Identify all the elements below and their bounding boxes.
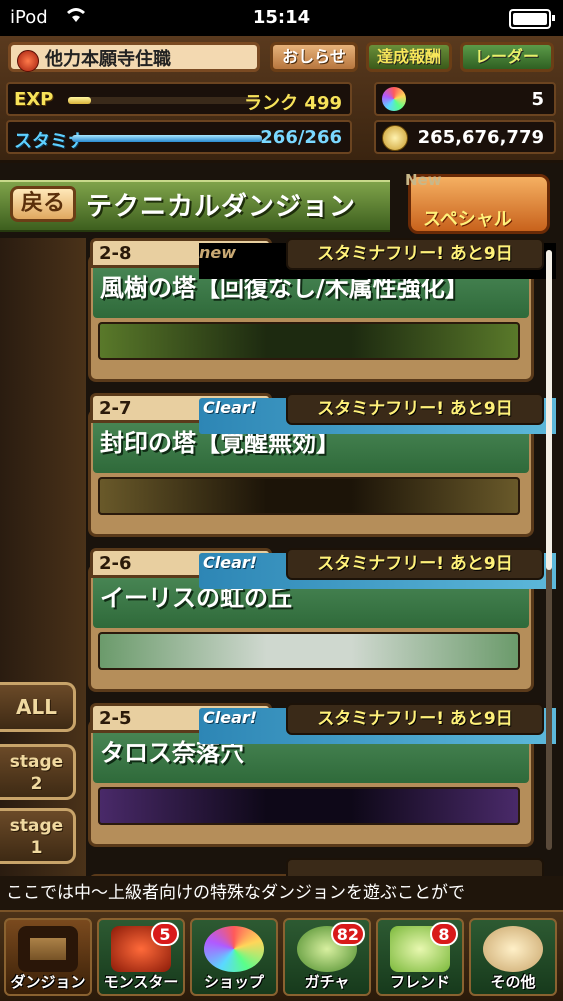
dungeon-tag: 2-8 new <box>90 238 556 279</box>
special-button[interactable]: New スペシャル <box>405 171 550 234</box>
dungeon-tag: 2-6 Clear! <box>90 548 556 589</box>
dungeon-card[interactable]: タロス奈落穴 2-5 Clear! スタミナフリー! あと9日 <box>88 703 556 847</box>
nav-label: ショップ <box>203 973 264 991</box>
nav-label: モンスター <box>103 973 179 991</box>
exp-bar <box>68 97 258 104</box>
coin-box: 265,676,779 <box>374 120 556 154</box>
player-name-box[interactable]: 他力本願寺住職 <box>8 42 260 72</box>
filter-all-button[interactable]: ALL <box>0 682 76 732</box>
page-title: テクニカルダンジョン <box>86 192 357 222</box>
magic-stone-count: 5 <box>531 89 544 110</box>
dungeon-banner <box>98 787 520 825</box>
nav-other[interactable]: その他 <box>469 918 557 996</box>
new-tag: New <box>405 171 442 189</box>
exp-label: EXP <box>14 89 54 110</box>
dungeon-tag: 2-7 Clear! <box>90 393 556 434</box>
dungeon-number: 2-6 <box>99 553 132 574</box>
scrollbar-thumb[interactable] <box>546 250 552 570</box>
dungeon-number: 2-7 <box>99 398 132 419</box>
dungeon-card[interactable]: 封印の塔【覚醒無効】 2-7 Clear! スタミナフリー! あと9日 <box>88 393 556 537</box>
dungeon-tag: 2-5 Clear! <box>90 703 556 744</box>
nav-dungeon[interactable]: ダンジョン <box>4 918 92 996</box>
nav-shop[interactable]: ショップ <box>190 918 278 996</box>
gacha-count-badge: 82 <box>330 922 365 946</box>
player-name: 他力本願寺住職 <box>45 49 171 70</box>
nav-label: その他 <box>490 973 536 991</box>
nav-label: ダンジョン <box>10 973 86 991</box>
stamina-value: 266/266 <box>260 127 342 148</box>
back-button[interactable]: 戻る <box>10 186 76 222</box>
dungeon-card[interactable]: 風樹の塔【回復なし/木属性強化】 2-8 new スタミナフリー! あと9日 <box>88 238 556 382</box>
dungeon-gate-icon <box>18 926 78 972</box>
exp-row: EXP ランク 499 <box>6 82 352 116</box>
magic-stone-icon <box>382 87 406 111</box>
nav-friend[interactable]: 8 フレンド <box>376 918 464 996</box>
stamina-row: スタミナ 266/266 <box>6 120 352 154</box>
stamina-free-label: スタミナフリー! あと9日 <box>286 393 544 425</box>
magic-stone-box[interactable]: 5 <box>374 82 556 116</box>
nav-label: フレンド <box>389 973 450 991</box>
radar-button[interactable]: レーダー <box>460 42 554 72</box>
stamina-bar <box>72 135 262 142</box>
dungeon-banner <box>98 322 520 360</box>
stamina-free-label <box>286 858 544 878</box>
nav-monster[interactable]: 5 モンスター <box>97 918 185 996</box>
stamina-free-label: スタミナフリー! あと9日 <box>286 548 544 580</box>
monster-count-badge: 5 <box>151 922 179 946</box>
stamina-free-label: スタミナフリー! あと9日 <box>286 238 544 270</box>
dungeon-card-partial[interactable] <box>88 858 544 878</box>
nav-label: ガチャ <box>304 973 350 991</box>
filter-stage1-button[interactable]: stage 1 <box>0 808 76 864</box>
nav-gacha[interactable]: 82 ガチャ <box>283 918 371 996</box>
player-badge-icon <box>17 50 39 72</box>
filter-stage2-button[interactable]: stage 2 <box>0 744 76 800</box>
friend-count-badge: 8 <box>430 922 458 946</box>
special-label: スペシャル <box>423 209 512 230</box>
stamina-free-label: スタミナフリー! あと9日 <box>286 703 544 735</box>
screen-header: 戻る テクニカルダンジョン New スペシャル <box>0 171 563 238</box>
rank-value: ランク 499 <box>244 93 342 114</box>
rainbow-gem-icon <box>204 926 264 972</box>
list-scrollbar[interactable] <box>546 250 552 850</box>
coin-count: 265,676,779 <box>417 127 544 148</box>
achievements-button[interactable]: 達成報酬 <box>366 42 452 72</box>
news-button[interactable]: おしらせ <box>270 42 358 72</box>
coin-icon <box>382 125 408 151</box>
battery-icon <box>509 9 555 29</box>
question-icon <box>483 926 543 972</box>
bottom-nav: ダンジョン 5 モンスター ショップ 82 ガチャ 8 フレンド その他 <box>0 910 563 1001</box>
exp-bar-fill <box>68 97 91 104</box>
dungeon-card[interactable]: イーリスの虹の丘 2-6 Clear! スタミナフリー! あと9日 <box>88 548 556 692</box>
dungeon-list: 風樹の塔【回復なし/木属性強化】 2-8 new スタミナフリー! あと9日 封… <box>86 238 556 878</box>
dungeon-banner <box>98 477 520 515</box>
status-bar: iPod 15:14 <box>0 0 563 36</box>
info-ticker: ここでは中〜上級者向けの特殊なダンジョンを遊ぶことがで <box>0 876 563 910</box>
dungeon-banner <box>98 632 520 670</box>
player-hud: 他力本願寺住職 おしらせ 達成報酬 レーダー EXP ランク 499 スタミナ … <box>0 36 563 163</box>
clock: 15:14 <box>252 7 311 28</box>
dungeon-number: 2-5 <box>99 708 132 729</box>
dungeon-number: 2-8 <box>99 243 132 264</box>
stamina-bar-fill <box>72 135 262 142</box>
